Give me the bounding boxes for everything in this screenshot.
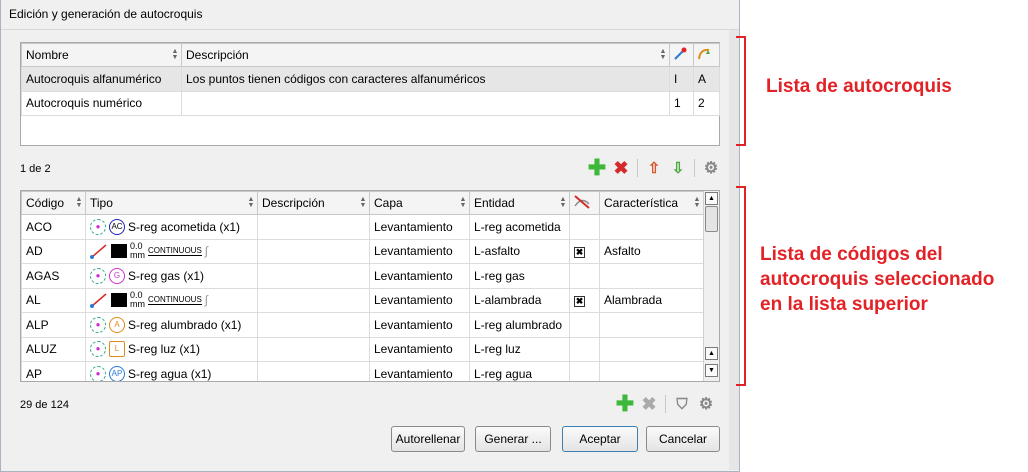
- add-icon[interactable]: ✚: [615, 391, 635, 416]
- checkbox[interactable]: ✖: [574, 247, 585, 259]
- col-codigo[interactable]: Código ▲ ▼: [21, 191, 86, 215]
- delete-icon[interactable]: ✖: [611, 158, 631, 178]
- survey-point-icon: ●: [90, 341, 106, 358]
- scroll-up-icon[interactable]: ▲: [705, 192, 718, 205]
- col-caracteristica[interactable]: Característica ▲ ▼: [599, 191, 704, 215]
- table-row[interactable]: ALUZ ● L S-reg luz (x1) Levantamiento L-re…: [21, 336, 704, 362]
- col-entidad[interactable]: Entidad ▲ ▼: [469, 191, 570, 215]
- table-row[interactable]: AGAS ● G S-reg gas (x1) Levantamiento L-re…: [21, 263, 704, 289]
- col-tipo[interactable]: Tipo ▲ ▼: [85, 191, 258, 215]
- table-row[interactable]: Autocroquis alfanumérico Los puntos tien…: [21, 66, 720, 92]
- autofill-button[interactable]: Autorellenar: [391, 426, 465, 452]
- survey-point-icon: ●: [90, 365, 106, 381]
- col-no-line-icon[interactable]: [569, 191, 600, 215]
- tipo-cell: ● A S-reg alumbrado (x1): [85, 312, 258, 338]
- checkbox[interactable]: ✖: [574, 296, 585, 308]
- color-swatch: [111, 293, 127, 308]
- import-icon[interactable]: ⇩: [668, 158, 688, 178]
- codes-list: Código ▲ ▼ Tipo ▲ ▼ Descripción ▲ ▼ Capa ▲ ▼ Ent…: [20, 190, 720, 382]
- tipo-cell: 0.0 mm CONTINUOUS ∫: [85, 238, 258, 264]
- delete-icon[interactable]: ✖: [639, 394, 659, 414]
- window-title: Edición y generación de autocroquis: [1, 0, 739, 30]
- sort-icon: ▲ ▼: [693, 196, 701, 209]
- s-curve-icon: ∫: [204, 244, 209, 259]
- tipo-cell: ● AP S-reg agua (x1): [85, 361, 258, 381]
- table-row[interactable]: ALP ● A S-reg alumbrado (x1) Levantamiento…: [21, 312, 704, 338]
- col-insert-icon[interactable]: [669, 43, 694, 67]
- annotation-codes-1: Lista de códigos del: [760, 244, 943, 265]
- table-row[interactable]: ACO ● AC S-reg acometida (x1) Levantamient…: [21, 214, 704, 240]
- gear-icon[interactable]: ⚙: [696, 394, 716, 414]
- codes-scrollbar[interactable]: ▲ ▲ ▼: [703, 191, 719, 381]
- tipo-cell: ● AC S-reg acometida (x1): [85, 214, 258, 240]
- col-capa[interactable]: Capa ▲ ▼: [369, 191, 470, 215]
- sort-icon: ▲ ▼: [75, 196, 83, 209]
- symbol-glyph: AP: [109, 365, 125, 381]
- annotation-codes-3: en la lista superior: [760, 294, 928, 315]
- export-icon[interactable]: ⇧: [644, 158, 664, 178]
- toolbar-separator: [694, 159, 695, 177]
- generate-button[interactable]: Generar ...: [475, 426, 551, 452]
- autocroquis-list: Nombre ▲ ▼ Descripción ▲ ▼ Autocroquis alfan…: [20, 42, 720, 146]
- sort-icon: ▲ ▼: [359, 196, 367, 209]
- cancel-button[interactable]: Cancelar: [646, 426, 720, 452]
- scroll-up-icon[interactable]: ▲: [705, 347, 718, 360]
- annotation-codes-2: autocroquis seleccionado: [760, 269, 995, 290]
- col-descripcion[interactable]: Descripción ▲ ▼: [257, 191, 370, 215]
- table-row[interactable]: Autocroquis numérico 1 2: [21, 90, 720, 116]
- annotation-bracket-bottom: [736, 186, 746, 386]
- table-row[interactable]: AP ● AP S-reg agua (x1) Levantamiento L-re…: [21, 361, 704, 381]
- survey-point-icon: ●: [90, 267, 106, 284]
- no-line-checkbox-cell[interactable]: ✖: [569, 238, 600, 264]
- add-icon[interactable]: ✚: [587, 155, 607, 180]
- line-segment-icon: [90, 293, 107, 309]
- col-nombre[interactable]: Nombre ▲ ▼: [21, 43, 182, 67]
- toolbar-separator: [637, 159, 638, 177]
- symbol-glyph: G: [109, 267, 125, 284]
- no-line-icon: [574, 194, 590, 209]
- tipo-cell: ● L S-reg luz (x1): [85, 336, 258, 362]
- codes-record-count: 29 de 124: [20, 399, 69, 411]
- symbol-glyph: A: [109, 316, 125, 333]
- col-descripcion[interactable]: Descripción ▲ ▼: [181, 43, 670, 67]
- gear-icon[interactable]: ⚙: [701, 158, 721, 178]
- tipo-cell: ● G S-reg gas (x1): [85, 263, 258, 289]
- top-toolbar: ✚ ✖ ⇧ ⇩ ⚙: [587, 155, 721, 180]
- curve-arrow-icon: [698, 48, 710, 59]
- sort-icon: ▲ ▼: [459, 196, 467, 209]
- survey-point-icon: ●: [90, 316, 106, 333]
- line-segment-icon: [90, 244, 107, 260]
- col-update-icon[interactable]: [693, 43, 720, 67]
- table-row[interactable]: AL 0.0 mm CONTINUOUS ∫ Levantamiento L-alam…: [21, 287, 704, 313]
- sort-icon: ▲ ▼: [171, 48, 179, 61]
- s-curve-icon: ∫: [204, 293, 209, 308]
- no-line-checkbox-cell[interactable]: ✖: [569, 287, 600, 313]
- top-record-count: 1 de 2: [20, 163, 51, 175]
- scroll-thumb[interactable]: [705, 206, 718, 232]
- annotation-bracket-top: [736, 36, 746, 146]
- table-row[interactable]: AD 0.0 mm CONTINUOUS ∫ Levantamiento L-asfa…: [21, 238, 704, 264]
- codes-toolbar: ✚ ✖ ⛉ ⚙: [615, 391, 716, 416]
- tipo-cell: 0.0 mm CONTINUOUS ∫: [85, 287, 258, 313]
- symbol-glyph: AC: [109, 218, 125, 235]
- survey-point-icon: ●: [90, 218, 106, 235]
- color-swatch: [111, 244, 127, 259]
- accept-button[interactable]: Aceptar: [562, 426, 638, 452]
- sort-icon: ▲ ▼: [247, 196, 255, 209]
- diagonal-arrow-icon: [674, 47, 687, 60]
- scroll-down-icon[interactable]: ▼: [705, 364, 718, 377]
- sort-icon: ▲ ▼: [559, 196, 567, 209]
- dialog-window: Edición y generación de autocroquis Nomb…: [0, 0, 740, 472]
- annotation-list: Lista de autocroquis: [766, 76, 952, 97]
- symbol-glyph: L: [109, 341, 125, 358]
- filter-icon[interactable]: ⛉: [672, 394, 692, 414]
- toolbar-separator: [665, 395, 666, 413]
- sort-icon: ▲ ▼: [659, 48, 667, 61]
